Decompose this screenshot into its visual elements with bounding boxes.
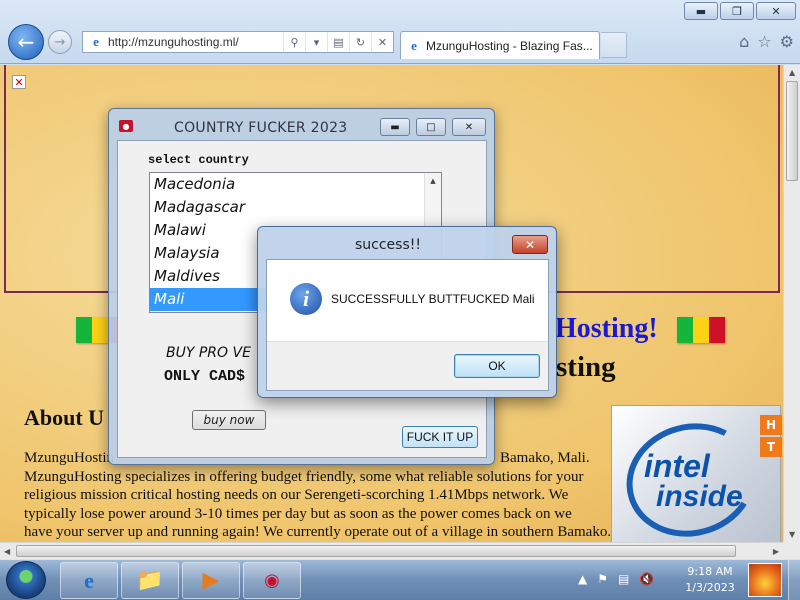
about-line-right: Bamako, Mali.: [500, 450, 590, 466]
vertical-scrollbar[interactable]: ▲ ▼: [783, 65, 800, 542]
list-item[interactable]: Macedonia: [150, 173, 441, 196]
price-text: ONLY CAD$: [164, 368, 246, 385]
scroll-down-arrow-icon[interactable]: ▼: [789, 530, 795, 539]
browser-tab[interactable]: e MzunguHosting - Blazing Fas...: [400, 31, 600, 59]
browser-tools: ⌂ ☆ ⚙: [739, 32, 794, 51]
window-close-button[interactable]: ✕: [756, 2, 796, 20]
ie-logo-icon: e: [411, 37, 417, 53]
buy-now-button[interactable]: buy now: [192, 410, 266, 430]
horizontal-scrollbar[interactable]: ◀ ▶: [0, 542, 783, 559]
app-flag-icon: ◉: [264, 570, 280, 591]
info-icon: i: [290, 283, 322, 315]
search-icon[interactable]: ⚲: [283, 32, 305, 52]
window-restore-button[interactable]: ❐: [720, 2, 754, 20]
dialog-close-button[interactable]: ✕: [512, 235, 548, 254]
about-line: religious mission critical hosting needs…: [24, 487, 569, 503]
compat-view-icon[interactable]: ▤: [327, 32, 349, 52]
action-center-flag-icon[interactable]: ⚑: [597, 572, 608, 586]
app-minimize-button[interactable]: ▬: [380, 118, 410, 136]
broken-image-icon: ✕: [12, 75, 26, 89]
about-line: MzunguHosting specializes in offering bu…: [24, 468, 584, 485]
dialog-title: success!!: [355, 237, 421, 253]
buy-pro-text: BUY PRO VE: [166, 345, 251, 361]
select-country-label: select country: [148, 153, 249, 167]
list-item[interactable]: Madagascar: [150, 196, 441, 219]
app-close-button[interactable]: ✕: [452, 118, 486, 136]
dialog-body: i SUCCESSFULLY BUTTFUCKED Mali OK: [266, 259, 549, 391]
start-button[interactable]: [6, 561, 46, 599]
about-line-left: MzunguHostin: [24, 450, 114, 466]
ie-logo-icon: e: [93, 34, 99, 49]
about-title: About U: [24, 405, 105, 430]
vertical-scroll-thumb[interactable]: [786, 81, 798, 181]
browser-toolbar: ▬ ❐ ✕ ← → e http://mzunguhosting.ml/ ⚲ ▾…: [0, 0, 800, 64]
system-tray: ▲ ⚑ ▤ 🔇: [578, 572, 654, 586]
tab-title: MzunguHosting - Blazing Fas...: [426, 38, 593, 53]
app-maximize-button[interactable]: □: [416, 118, 446, 136]
badge-h: H: [760, 415, 782, 435]
scroll-up-arrow-icon[interactable]: ▲: [789, 68, 795, 77]
about-line: have your server up and running again! W…: [24, 524, 612, 540]
ok-button[interactable]: OK: [454, 354, 540, 378]
intel-inside-logo: intel inside: [611, 405, 781, 542]
address-bar[interactable]: e http://mzunguhosting.ml/ ⚲ ▾ ▤ ↻ ✕: [82, 31, 394, 53]
action-button[interactable]: FUCK IT UP: [402, 426, 478, 448]
dialog-footer: OK: [267, 341, 548, 390]
app-flag-icon: ●: [119, 120, 133, 132]
refresh-icon[interactable]: ↻: [349, 32, 371, 52]
back-arrow-icon[interactable]: ←: [8, 24, 44, 60]
scroll-right-arrow-icon[interactable]: ▶: [773, 547, 779, 556]
scroll-left-arrow-icon[interactable]: ◀: [4, 547, 10, 556]
taskbar-internet-explorer[interactable]: e: [60, 562, 118, 599]
horizontal-scroll-thumb[interactable]: [16, 545, 736, 557]
page-heading: Hosting!: [555, 313, 658, 344]
app-titlebar[interactable]: ● COUNTRY FUCKER 2023 ▬ □ ✕: [109, 109, 494, 139]
tools-gear-icon[interactable]: ⚙: [780, 32, 794, 51]
user-picture: [748, 563, 782, 597]
page-subheading: sting: [556, 351, 616, 383]
mali-flag-right: [677, 317, 725, 343]
show-hidden-icons-icon[interactable]: ▲: [578, 572, 587, 586]
taskbar-country-app[interactable]: ◉: [243, 562, 301, 599]
clock-time: 9:18 AM: [687, 565, 733, 578]
new-tab-button[interactable]: [601, 32, 627, 58]
favorites-star-icon[interactable]: ☆: [757, 32, 771, 51]
scrollbar-corner: [783, 542, 800, 559]
taskbar-clock[interactable]: 9:18 AM 1/3/2023: [682, 564, 738, 596]
network-icon[interactable]: ▤: [618, 572, 629, 586]
dropdown-arrow-icon[interactable]: ▾: [305, 32, 327, 52]
about-line: typically lose power around 3-10 times p…: [24, 505, 572, 522]
window-minimize-button[interactable]: ▬: [684, 2, 718, 20]
inside-word: inside: [656, 480, 743, 513]
stop-icon[interactable]: ✕: [371, 32, 393, 52]
ie-logo-icon: e: [84, 567, 94, 593]
clock-date: 1/3/2023: [685, 581, 735, 594]
forward-arrow-icon[interactable]: →: [48, 30, 72, 54]
window-controls: ▬ ❐ ✕: [684, 2, 796, 20]
media-player-icon: ▶: [202, 568, 220, 593]
success-dialog: success!! ✕ i SUCCESSFULLY BUTTFUCKED Ma…: [257, 226, 557, 398]
volume-muted-icon[interactable]: 🔇: [639, 572, 654, 586]
dialog-message: SUCCESSFULLY BUTTFUCKED Mali: [331, 292, 535, 306]
address-url[interactable]: http://mzunguhosting.ml/: [108, 35, 283, 49]
folder-icon: 📁: [136, 568, 164, 593]
taskbar: e 📁 ▶ ◉ ▲ ⚑ ▤ 🔇 9:18 AM 1/3/2023: [0, 559, 800, 600]
scroll-up-arrow-icon[interactable]: ▲: [430, 177, 435, 185]
show-desktop-button[interactable]: [788, 560, 800, 600]
home-icon[interactable]: ⌂: [739, 32, 749, 51]
taskbar-media-player[interactable]: ▶: [182, 562, 240, 599]
app-title: COUNTRY FUCKER 2023: [174, 120, 348, 136]
badge-t: T: [760, 437, 782, 457]
taskbar-file-explorer[interactable]: 📁: [121, 562, 179, 599]
